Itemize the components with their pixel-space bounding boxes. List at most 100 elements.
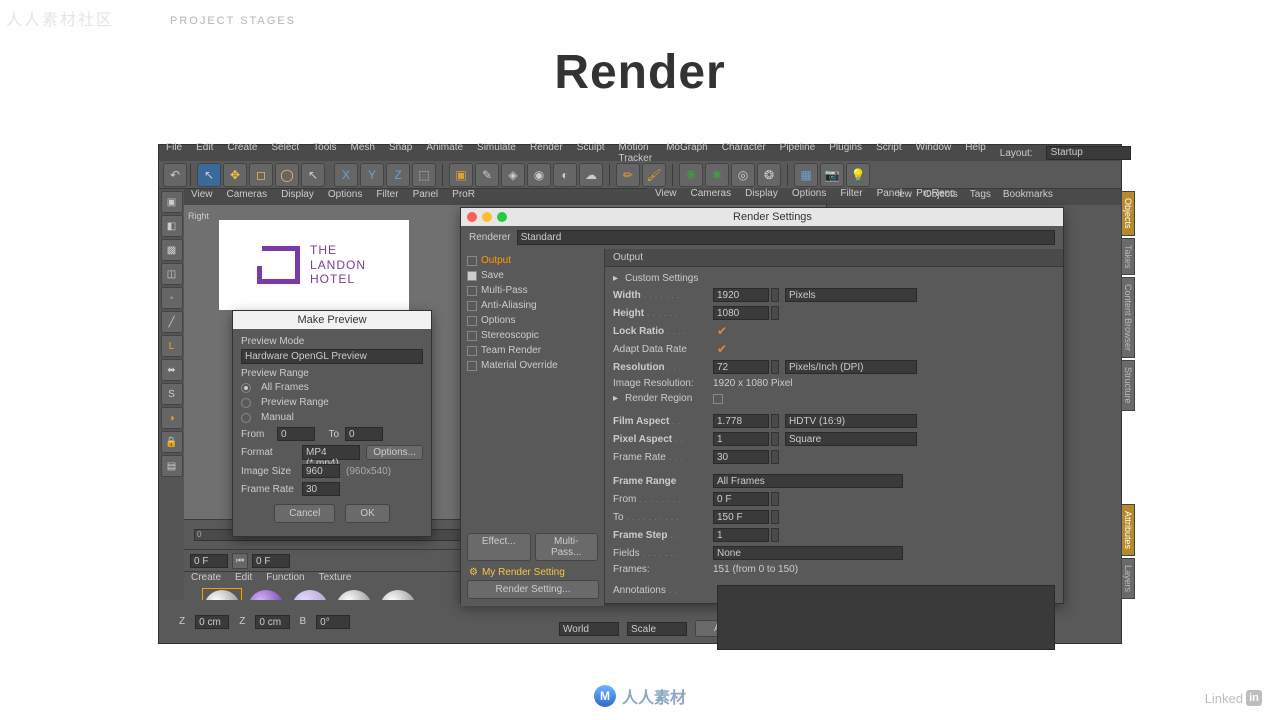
menu-character[interactable]: Character <box>715 142 773 164</box>
layout-select[interactable]: Startup <box>1046 146 1131 160</box>
spinner[interactable] <box>771 492 779 506</box>
environment-icon[interactable]: ☁ <box>579 163 603 187</box>
mat-menu-create[interactable]: Create <box>184 572 228 586</box>
spinner[interactable] <box>771 510 779 524</box>
snap-icon[interactable]: S <box>161 383 183 405</box>
annotations-textarea[interactable] <box>717 585 1055 650</box>
ok-button[interactable]: OK <box>345 504 389 523</box>
vtab-takes[interactable]: Takes <box>1121 238 1135 276</box>
menu-plugins[interactable]: Plugins <box>822 142 869 164</box>
viewmenu-pror[interactable]: ProR <box>445 189 482 205</box>
vtab-layers[interactable]: Layers <box>1121 558 1135 599</box>
sculpt-tool-icon[interactable]: ✏ <box>616 163 640 187</box>
menu-render[interactable]: Render <box>523 142 570 164</box>
maximize-icon[interactable] <box>497 212 507 222</box>
workplane-snap-icon[interactable]: ◑ <box>161 407 183 429</box>
rs-item-output[interactable]: Output <box>467 253 598 268</box>
mat-menu-edit[interactable]: Edit <box>228 572 259 586</box>
image-size-input[interactable]: 960 <box>302 464 340 478</box>
viewmenu2-options[interactable]: Options <box>785 188 833 203</box>
menu-edit[interactable]: Edit <box>189 142 220 164</box>
deformer-icon[interactable]: ◐ <box>553 163 577 187</box>
format-options-button[interactable]: Options... <box>366 445 423 460</box>
menu-snap[interactable]: Snap <box>382 142 419 164</box>
model-mode-icon[interactable]: ◧ <box>161 215 183 237</box>
spinner[interactable] <box>771 414 779 428</box>
rs-item-stereoscopic[interactable]: Stereoscopic <box>467 328 598 343</box>
lock-icon[interactable]: 🔒 <box>161 431 183 453</box>
preview-mode-select[interactable]: Hardware OpenGL Preview <box>241 349 423 364</box>
point-mode-icon[interactable]: ◦ <box>161 287 183 309</box>
mograph-icon[interactable]: ❋ <box>679 163 703 187</box>
rotate-tool[interactable]: ◯ <box>275 163 299 187</box>
format-select[interactable]: MP4 (*.mp4) <box>302 445 360 460</box>
vtab-structure[interactable]: Structure <box>1121 360 1135 411</box>
texture-mode-icon[interactable]: ▩ <box>161 239 183 261</box>
rs-item-team-render[interactable]: Team Render <box>467 343 598 358</box>
rs-item-checkbox[interactable] <box>467 316 477 326</box>
close-icon[interactable] <box>467 212 477 222</box>
from-input[interactable]: 0 <box>277 427 315 441</box>
film-aspect-input[interactable]: 1.778 <box>713 414 769 428</box>
menu-window[interactable]: Window <box>909 142 959 164</box>
spinner[interactable] <box>771 360 779 374</box>
rs-item-checkbox[interactable] <box>467 331 477 341</box>
generator-icon[interactable]: ◉ <box>527 163 551 187</box>
radio-manual[interactable] <box>241 413 251 423</box>
menu-sculpt[interactable]: Sculpt <box>570 142 612 164</box>
multipass-button[interactable]: Multi-Pass... <box>535 533 599 561</box>
mat-menu-function[interactable]: Function <box>259 572 311 586</box>
time-start-input[interactable]: 0 F <box>190 554 228 568</box>
rs-item-checkbox[interactable] <box>467 286 477 296</box>
menu-animate[interactable]: Animate <box>419 142 470 164</box>
viewmenu2-prorenc[interactable]: ProRenc <box>909 188 962 203</box>
move-tool[interactable]: ✥ <box>223 163 247 187</box>
film-aspect-select[interactable]: HDTV (16:9) <box>785 414 917 428</box>
pen-tool-icon[interactable]: ✎ <box>475 163 499 187</box>
viewmenu-display[interactable]: Display <box>274 189 321 205</box>
spinner[interactable] <box>771 306 779 320</box>
effect-button[interactable]: Effect... <box>467 533 531 561</box>
rs-item-save[interactable]: Save <box>467 268 598 283</box>
pixel-aspect-input[interactable]: 1 <box>713 432 769 446</box>
spinner[interactable] <box>771 432 779 446</box>
viewmenu-view[interactable]: View <box>184 189 220 205</box>
resolution-unit-select[interactable]: Pixels/Inch (DPI) <box>785 360 917 374</box>
y-axis-icon[interactable]: Y <box>360 163 384 187</box>
simulation-icon[interactable]: ❂ <box>757 163 781 187</box>
viewmenu2-panel[interactable]: Panel <box>870 188 910 203</box>
viewmenu-filter[interactable]: Filter <box>369 189 405 205</box>
my-render-setting[interactable]: My Render Setting <box>482 567 565 578</box>
vtab-attributes[interactable]: Attributes <box>1121 504 1135 556</box>
coord-z2-input[interactable]: 0 cm <box>255 615 289 629</box>
menu-file[interactable]: File <box>159 142 189 164</box>
edge-mode-icon[interactable]: ╱ <box>161 311 183 333</box>
viewmenu-panel[interactable]: Panel <box>406 189 446 205</box>
workplane-icon[interactable]: ◫ <box>161 263 183 285</box>
fields-select[interactable]: None <box>713 546 903 560</box>
menu-help[interactable]: Help <box>958 142 993 164</box>
custom-settings-label[interactable]: Custom Settings <box>625 273 698 284</box>
scale-tool[interactable]: ◻ <box>249 163 273 187</box>
coord-b-input[interactable]: 0° <box>316 615 350 629</box>
polygon-mode-icon[interactable]: L <box>161 335 183 357</box>
rs-item-checkbox[interactable] <box>467 361 477 371</box>
renderer-select[interactable]: Standard <box>517 230 1055 245</box>
viewmenu-cameras[interactable]: Cameras <box>220 189 275 205</box>
spinner[interactable] <box>771 528 779 542</box>
vtab-objects[interactable]: Objects <box>1121 191 1135 236</box>
minimize-icon[interactable] <box>482 212 492 222</box>
to-input[interactable]: 0 <box>345 427 383 441</box>
width-unit-select[interactable]: Pixels <box>785 288 917 302</box>
coord-tool[interactable]: ⬚ <box>412 163 436 187</box>
z-axis-icon[interactable]: Z <box>386 163 410 187</box>
menu-motion-tracker[interactable]: Motion Tracker <box>612 142 660 164</box>
frame-step-input[interactable]: 1 <box>713 528 769 542</box>
spinner[interactable] <box>771 450 779 464</box>
pixel-aspect-select[interactable]: Square <box>785 432 917 446</box>
rs-item-checkbox[interactable] <box>467 301 477 311</box>
width-input[interactable]: 1920 <box>713 288 769 302</box>
menu-select[interactable]: Select <box>264 142 306 164</box>
menu-tools[interactable]: Tools <box>306 142 343 164</box>
cancel-button[interactable]: Cancel <box>274 504 335 523</box>
